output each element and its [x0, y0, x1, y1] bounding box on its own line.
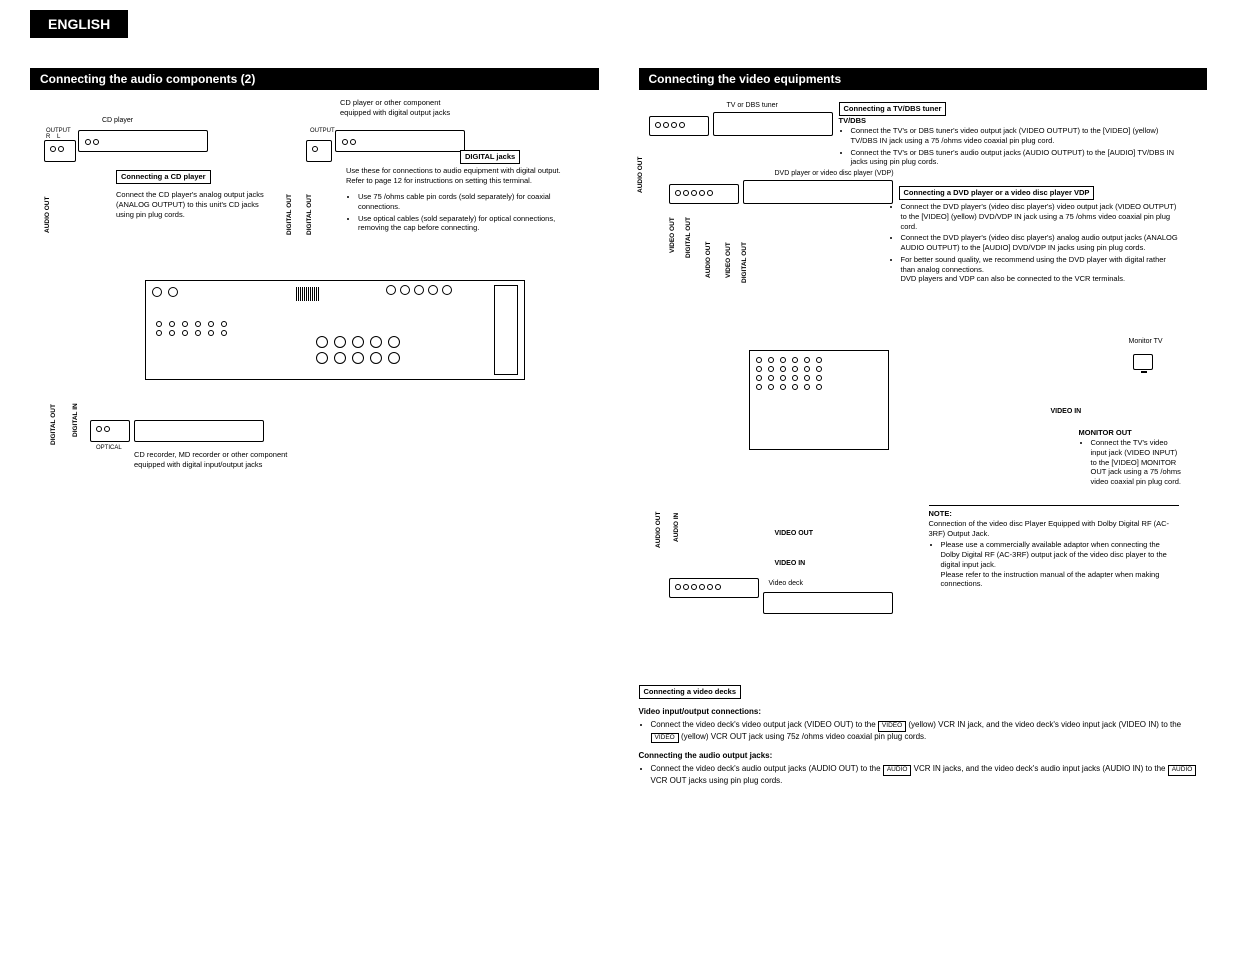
- video-out-v1: VIDEO OUT: [669, 205, 676, 265]
- audio-out-v2: AUDIO OUT: [705, 230, 712, 290]
- recorder-jack-block: [90, 420, 130, 442]
- cd-output-jack-block: [44, 140, 76, 162]
- video-in-label: VIDEO IN: [1051, 408, 1082, 415]
- bottom-text-section: Connecting a video decks Video input/out…: [639, 685, 1208, 787]
- tv-dbs-box-wrap: Connecting a TV/DBS tuner: [839, 102, 947, 116]
- audio-out-vlabel: AUDIO OUT: [44, 185, 51, 245]
- dvd-jacks: [669, 184, 739, 204]
- monitor-out-bullet-1: Connect the TV's video input jack (VIDEO…: [1091, 438, 1184, 487]
- video-deck-device: [763, 592, 893, 614]
- dvd-bullets: Connect the DVD player's (video disc pla…: [889, 202, 1179, 286]
- video-io-text: Connect the video deck's video output ja…: [651, 720, 1208, 744]
- digital-component-device: [335, 130, 465, 152]
- recorder-caption: CD recorder, MD recorder or other compon…: [134, 450, 314, 470]
- left-diagram: CD player OUTPUT R L CD player or other …: [30, 110, 599, 510]
- output-rl-label: OUTPUT R L: [46, 128, 71, 140]
- audio-out-v1: AUDIO OUT: [637, 145, 644, 205]
- right-column: Connecting the video equipments TV or DB…: [639, 68, 1208, 789]
- receiver-right: [749, 350, 889, 450]
- connecting-cd-box-wrap: Connecting a CD player: [116, 170, 211, 184]
- tv-dbs-heading: TV/DBS: [839, 116, 867, 126]
- dvd-bullet-1: Connect the DVD player's (video disc pla…: [901, 202, 1179, 231]
- tv-dbs-bullets: Connect the TV's or DBS tuner's video ou…: [839, 126, 1179, 169]
- dvd-bullet-3: For better sound quality, we recommend u…: [901, 255, 1179, 284]
- dvd-box-wrap: Connecting a DVD player or a video disc …: [899, 186, 1095, 200]
- cd-instructions: Connect the CD player's analog output ja…: [116, 190, 276, 219]
- connecting-cd-box: Connecting a CD player: [116, 170, 211, 184]
- left-column: Connecting the audio components (2) CD p…: [30, 68, 599, 789]
- monitor-out-bullets: Connect the TV's video input jack (VIDEO…: [1079, 438, 1184, 489]
- recorder-device: [134, 420, 264, 442]
- audio-out-v3: AUDIO OUT: [655, 500, 662, 560]
- digital-bullet-2: Use optical cables (sold separately) for…: [358, 214, 566, 234]
- tv-dbs-bullet-2: Connect the TV's or DBS tuner's audio ou…: [851, 148, 1179, 168]
- two-column-layout: Connecting the audio components (2) CD p…: [30, 68, 1207, 789]
- digital-out-vlabel-2: DIGITAL OUT: [306, 180, 313, 250]
- dvd-bullet-2: Connect the DVD player's (video disc pla…: [901, 233, 1179, 253]
- digital-out-vlabel-1: DIGITAL OUT: [286, 180, 293, 250]
- tv-dbs-device: [713, 112, 833, 136]
- audio-output-text: Connect the video deck's audio output ja…: [651, 764, 1208, 787]
- video-out-v2: VIDEO OUT: [725, 230, 732, 290]
- audio-in-v: AUDIO IN: [673, 500, 680, 555]
- digital-jacks-box-wrap: DIGITAL jacks: [460, 150, 520, 164]
- digital-bullets: Use 75 /ohms cable pin cords (sold separ…: [346, 192, 566, 235]
- video-deck-label: Video deck: [769, 580, 804, 587]
- dvd-box: Connecting a DVD player or a video disc …: [899, 186, 1095, 200]
- video-out-label: VIDEO OUT: [775, 530, 814, 537]
- digital-out-v2: DIGITAL OUT: [741, 230, 748, 295]
- note-text-1: Connection of the video disc Player Equi…: [929, 519, 1179, 539]
- digital-out-vlabel-3: DIGITAL OUT: [50, 390, 57, 460]
- digital-output-jack-block: [306, 140, 332, 162]
- receiver-back-panel: [145, 280, 525, 380]
- left-section-header: Connecting the audio components (2): [30, 68, 599, 90]
- video-io-heading: Video input/output connections:: [639, 707, 1208, 718]
- video-decks-box: Connecting a video decks: [639, 685, 742, 699]
- audio-output-heading: Connecting the audio output jacks:: [639, 751, 1208, 762]
- note-heading: NOTE:: [929, 509, 1179, 519]
- note-block: NOTE: Connection of the video disc Playe…: [929, 505, 1179, 591]
- digital-bullet-1: Use 75 /ohms cable pin cords (sold separ…: [358, 192, 566, 212]
- cd-player-device: [78, 130, 208, 152]
- digital-out-v1: DIGITAL OUT: [685, 205, 692, 270]
- note-bullet: Please use a commercially available adap…: [941, 540, 1179, 589]
- dvd-device: [743, 180, 893, 204]
- right-section-header: Connecting the video equipments: [639, 68, 1208, 90]
- video-deck-jacks: [669, 578, 759, 598]
- optical-label: OPTICAL: [96, 445, 122, 451]
- tv-dbs-jacks: [649, 116, 709, 136]
- cd-player-label: CD player: [102, 117, 133, 124]
- monitor-out-heading: MONITOR OUT: [1079, 428, 1132, 438]
- right-diagram: TV or DBS tuner DVD player or video disc…: [639, 110, 1208, 670]
- video-in-label-2: VIDEO IN: [775, 560, 806, 567]
- monitor-tv-label: Monitor TV: [1129, 338, 1163, 345]
- tv-dbs-tuner-label: TV or DBS tuner: [727, 102, 778, 109]
- digital-jacks-box: DIGITAL jacks: [460, 150, 520, 164]
- tv-icon: [1133, 354, 1153, 370]
- dvd-player-label: DVD player or video disc player (VDP): [775, 170, 894, 177]
- digital-jacks-desc: Use these for connections to audio equip…: [346, 166, 566, 186]
- digital-in-vlabel: DIGITAL IN: [72, 390, 79, 450]
- language-tab: ENGLISH: [30, 10, 128, 38]
- output-label: OUTPUT: [310, 128, 335, 134]
- manual-page: ENGLISH Connecting the audio components …: [0, 0, 1237, 799]
- digital-component-desc: CD player or other component equipped wi…: [340, 98, 470, 118]
- tv-dbs-box: Connecting a TV/DBS tuner: [839, 102, 947, 116]
- tv-dbs-bullet-1: Connect the TV's or DBS tuner's video ou…: [851, 126, 1179, 146]
